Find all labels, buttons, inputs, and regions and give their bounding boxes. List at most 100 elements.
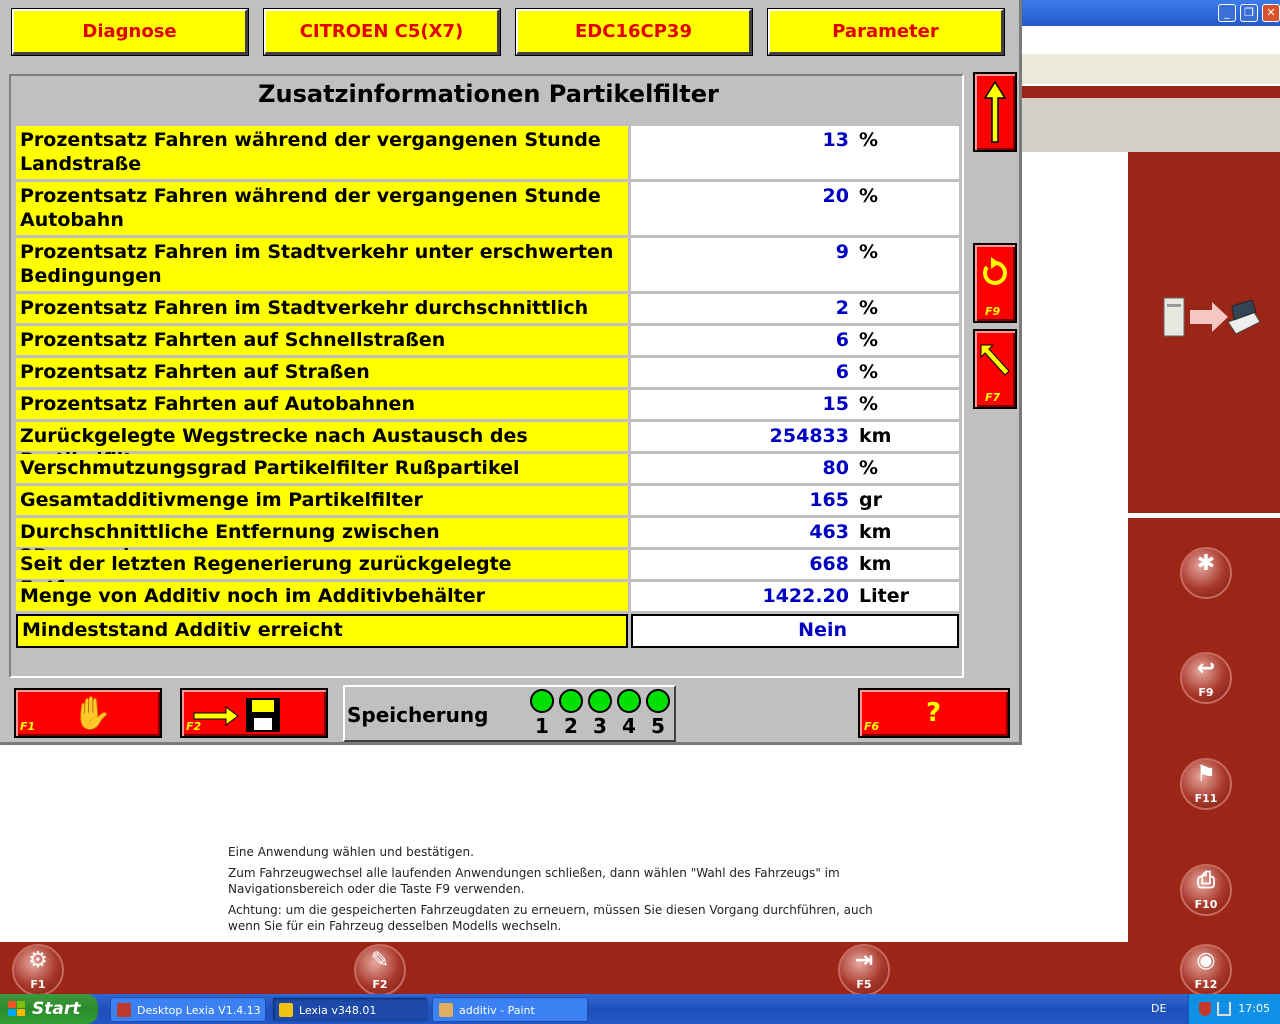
table-row: Zurückgelegte Wegstrecke nach Austausch …: [16, 422, 959, 471]
paint-app-icon: [439, 1003, 453, 1017]
table-row: Prozentsatz Fahren während der vergangen…: [16, 126, 959, 182]
network-icon[interactable]: [1217, 1002, 1231, 1016]
green-led-icon: [559, 689, 583, 713]
row-value: 6%: [631, 326, 959, 358]
table-row: Gesamtadditivmenge im Partikelfilter 165…: [16, 486, 959, 518]
row-label: Zurückgelegte Wegstrecke nach Austausch …: [16, 422, 628, 471]
tab-diagnose[interactable]: Diagnose: [11, 8, 249, 56]
tab-vehicle[interactable]: CITROEN C5(X7): [263, 8, 501, 56]
table-row: Prozentsatz Fahrten auf Autobahnen 15%: [16, 390, 959, 422]
refresh-f9-button[interactable]: F9: [973, 243, 1017, 323]
question-icon: ?: [926, 698, 942, 728]
info-message-box: Eine Anwendung wählen und bestätigen. Zu…: [214, 842, 914, 938]
storage-label: Speicherung: [347, 703, 489, 727]
row-value: 80%: [631, 454, 959, 486]
table-row: Prozentsatz Fahrten auf Straßen 6%: [16, 358, 959, 390]
row-label: Seit der letzten Regenerierung zurückgel…: [16, 550, 628, 599]
table-row: Seit der letzten Regenerierung zurückgel…: [16, 550, 959, 599]
minimize-button[interactable]: _: [1218, 4, 1236, 22]
row-label: Gesamtadditivmenge im Partikelfilter: [16, 486, 628, 518]
scroll-up-button[interactable]: [973, 72, 1017, 152]
lexia-titlebar: _ ❐ ✕: [1022, 0, 1280, 26]
storage-slot-4[interactable]: 4: [616, 689, 642, 739]
navigation-separator: [1128, 513, 1280, 518]
refresh-icon: [983, 257, 1007, 285]
row-value: 165 gr: [631, 486, 959, 518]
row-label: Verschmutzungsgrad Partikelfilter Rußpar…: [16, 454, 628, 486]
tab-parameter[interactable]: Parameter: [767, 8, 1005, 56]
storage-slots-panel: Speicherung 1 2 3 4 5: [343, 685, 676, 742]
row-value: 463 km: [631, 518, 959, 550]
language-indicator[interactable]: DE: [1151, 994, 1166, 1024]
storage-slot-2[interactable]: 2: [558, 689, 584, 739]
taskbar: Start Desktop Lexia V1.4.13 Lexia v348.0…: [0, 994, 1280, 1024]
tab-ecu[interactable]: EDC16CP39: [515, 8, 753, 56]
help-f6-button[interactable]: ? F6: [858, 688, 1010, 738]
exit-f5-button[interactable]: ⇥ F5: [838, 944, 890, 996]
row-value: 2%: [631, 294, 959, 326]
vehicle-select-f9-button[interactable]: ↩ F9: [1180, 652, 1232, 704]
book-f2-button[interactable]: ✎ F2: [354, 944, 406, 996]
table-row: Prozentsatz Fahren im Stadtverkehr unter…: [16, 238, 959, 294]
row-value: 668 km: [631, 550, 959, 582]
row-label: Prozentsatz Fahrten auf Straßen: [16, 358, 628, 390]
table-row: Prozentsatz Fahren im Stadtverkehr durch…: [16, 294, 959, 326]
row-label: Prozentsatz Fahren während der vergangen…: [16, 182, 628, 238]
green-led-icon: [588, 689, 612, 713]
restore-button[interactable]: ❐: [1240, 4, 1258, 22]
clock: 17:05: [1238, 1002, 1270, 1015]
hand-icon: ✋: [72, 694, 112, 732]
storage-slot-1[interactable]: 1: [529, 689, 555, 739]
green-led-icon: [617, 689, 641, 713]
stop-f1-button[interactable]: ✋ F1: [14, 688, 162, 738]
flags-language-f11-button[interactable]: ⚑ F11: [1180, 758, 1232, 810]
print-f10-button[interactable]: ⎙ F10: [1180, 864, 1232, 916]
start-button[interactable]: Start: [0, 994, 98, 1024]
info-line-3: Achtung: um die gespeicherten Fahrzeugda…: [228, 903, 873, 933]
green-led-icon: [530, 689, 554, 713]
lexia-menubar: [1022, 54, 1280, 84]
table-row: Durchschnittliche Entfernung zwischen 2R…: [16, 518, 959, 567]
info-line-1: Eine Anwendung wählen und bestätigen.: [228, 845, 474, 859]
pc-to-laptop-transfer-icon[interactable]: [1162, 292, 1262, 342]
task-desktop-lexia[interactable]: Desktop Lexia V1.4.13: [110, 997, 266, 1022]
task-lexia[interactable]: Lexia v348.01: [272, 997, 428, 1022]
parameter-table: Zusatzinformationen Partikelfilter Proze…: [9, 74, 964, 678]
row-value: 6%: [631, 358, 959, 390]
row-value: 1422.20 Liter: [631, 582, 959, 614]
row-value: 254833 km: [631, 422, 959, 454]
info-line-2: Zum Fahrzeugwechsel alle laufenden Anwen…: [228, 866, 840, 896]
table-row: Menge von Additiv noch im Additivbehälte…: [16, 582, 959, 614]
row-label: Prozentsatz Fahrten auf Autobahnen: [16, 390, 628, 422]
table-row: Prozentsatz Fahrten auf Schnellstraßen 6…: [16, 326, 959, 358]
close-button[interactable]: ✕: [1262, 4, 1280, 22]
back-f7-button[interactable]: F7: [973, 329, 1017, 409]
diagonal-arrow-icon: [980, 344, 1010, 376]
lexia-red-strip: [1022, 86, 1280, 98]
table-row-selected[interactable]: Mindeststand Additiv erreicht Nein: [16, 614, 959, 648]
row-label: Prozentsatz Fahren im Stadtverkehr durch…: [16, 294, 628, 326]
save-f2-button[interactable]: F2: [180, 688, 328, 738]
table-row: Prozentsatz Fahren während der vergangen…: [16, 182, 959, 238]
task-paint[interactable]: additiv - Paint: [432, 997, 588, 1022]
row-label: Prozentsatz Fahren während der vergangen…: [16, 126, 628, 182]
storage-slot-5[interactable]: 5: [645, 689, 671, 739]
lexia-toolbar: [1022, 98, 1280, 152]
save-to-disk-icon: [193, 698, 280, 732]
row-label: Prozentsatz Fahren im Stadtverkehr unter…: [16, 238, 628, 294]
lexia-app-icon: [279, 1003, 293, 1017]
green-led-icon: [646, 689, 670, 713]
lexia-app-icon: [117, 1003, 131, 1017]
start-label: Start: [32, 999, 81, 1019]
system-tray: 17:05: [1188, 994, 1280, 1024]
row-value: 15%: [631, 390, 959, 422]
table-row: Verschmutzungsgrad Partikelfilter Rußpar…: [16, 454, 959, 486]
arrow-up-icon: [983, 80, 1007, 143]
security-shield-icon[interactable]: [1199, 1002, 1211, 1016]
storage-slot-3[interactable]: 3: [587, 689, 613, 739]
tools-f1-button[interactable]: ⚙ F1: [12, 944, 64, 996]
diagnose-window: Diagnose CITROEN C5(X7) EDC16CP39 Parame…: [0, 0, 1022, 745]
row-value: 20%: [631, 182, 959, 238]
globe-f12-button[interactable]: ◉ F12: [1180, 944, 1232, 996]
star-return-icon[interactable]: ✱: [1180, 547, 1232, 599]
